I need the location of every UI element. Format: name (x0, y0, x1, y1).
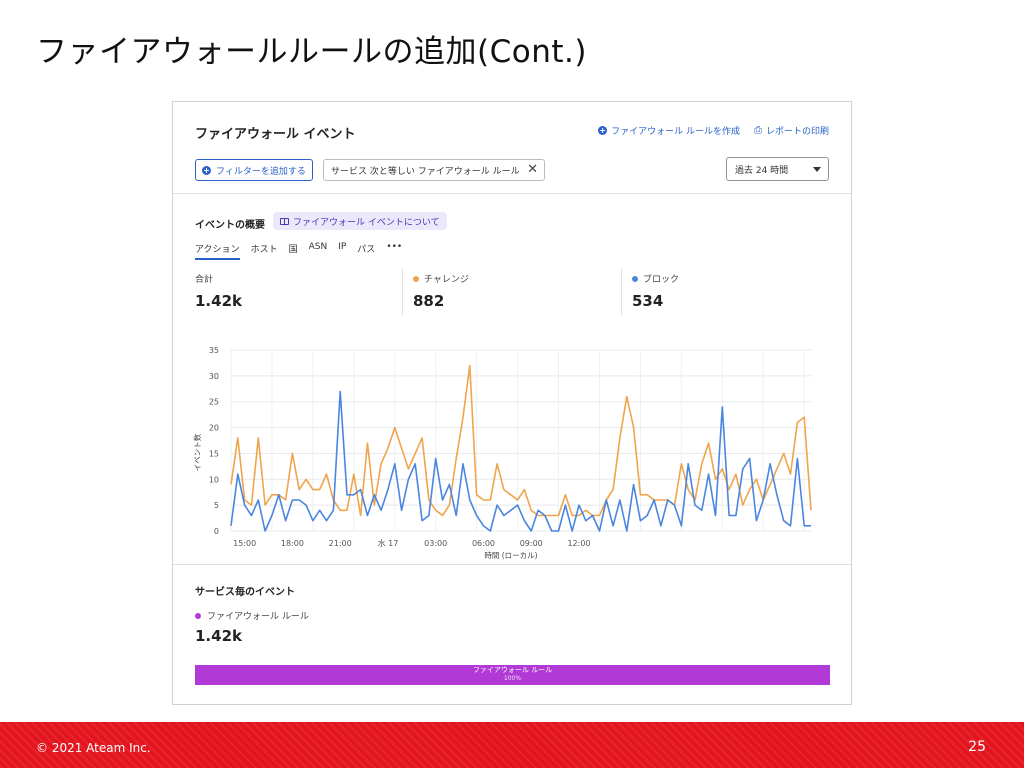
x-tick-label: 09:00 (520, 539, 543, 548)
stat-total: 合計 1.42k (195, 272, 242, 316)
series-line (230, 390, 811, 532)
create-rule-label: ファイアウォール ルールを作成 (611, 127, 740, 137)
service-events-value: 1.42k (195, 627, 242, 645)
x-tick-label: 15:00 (233, 539, 256, 548)
service-events-title: サービス毎のイベント (195, 587, 295, 598)
y-tick-label: 20 (209, 424, 219, 433)
y-axis-label: イベント数 (192, 433, 202, 471)
stat-challenge-label: チャレンジ (424, 275, 469, 285)
x-tick-label: 18:00 (281, 539, 304, 548)
page-number: 25 (968, 739, 986, 755)
panel-header: ファイアウォール イベント + ファイアウォール ルールを作成 ⎙ レポートの印… (173, 102, 851, 194)
stat-challenge-value: 882 (413, 292, 445, 310)
stat-divider (621, 269, 622, 315)
time-range-value: 過去 24 時間 (735, 165, 789, 176)
close-icon[interactable]: ✕ (527, 162, 538, 177)
service-legend-label: ファイアウォール ルール (207, 612, 309, 622)
create-rule-link[interactable]: + ファイアウォール ルールを作成 (598, 124, 740, 137)
stat-total-label: 合計 (195, 275, 214, 285)
stat-total-value: 1.42k (195, 292, 242, 310)
y-tick-label: 30 (209, 372, 219, 381)
tab-item[interactable]: ASN (309, 242, 328, 260)
challenge-dot-icon (413, 275, 419, 282)
y-tick-label: 0 (214, 527, 219, 536)
tab-item[interactable]: パス (357, 242, 375, 260)
x-tick-label: 12:00 (567, 539, 590, 548)
about-link-label: ファイアウォール イベントについて (293, 217, 440, 228)
about-firewall-events-link[interactable]: ファイアウォール イベントについて (273, 212, 447, 230)
service-events-section: サービス毎のイベント ファイアウォール ルール 1.42k ファイアウォール ル… (173, 564, 851, 704)
header-actions: + ファイアウォール ルールを作成 ⎙ レポートの印刷 (598, 124, 829, 137)
overview-tabs: アクション ホスト国 ASN IP パス ••• (195, 242, 402, 260)
block-dot-icon (632, 275, 638, 282)
panel-title: ファイアウォール イベント (195, 127, 356, 142)
service-bar-percent: 100% (503, 675, 522, 682)
copyright: © 2021 Ateam Inc. (36, 741, 151, 755)
stat-block-value: 534 (632, 292, 664, 310)
service-legend: ファイアウォール ルール (195, 609, 309, 622)
x-tick-label: 06:00 (472, 539, 495, 548)
time-range-select[interactable]: 過去 24 時間 (726, 157, 829, 181)
y-tick-label: 10 (209, 475, 219, 484)
filter-chip-label: サービス 次と等しい ファイアウォール ルール (331, 166, 520, 177)
more-tabs-icon[interactable]: ••• (386, 242, 402, 260)
filter-chip[interactable]: サービス 次と等しい ファイアウォール ルール ✕ (323, 159, 545, 181)
events-line-chart: 0 5 10 15 20 25 30 35 15:00 18:00 21:00 水 17 03:00 06… (192, 346, 812, 560)
overview-title: イベントの概要 (195, 220, 265, 231)
service-share-bar[interactable]: ファイアウォール ルール 100% (195, 665, 830, 685)
stat-block: ブロック 534 (632, 272, 679, 316)
x-tick-label: 水 17 (378, 538, 399, 548)
tab-item[interactable]: IP (338, 242, 346, 260)
chevron-down-icon (813, 167, 821, 172)
tab-item[interactable]: 国 (289, 242, 298, 260)
plus-circle-icon: + (598, 126, 608, 135)
service-dot-icon (195, 612, 201, 619)
slide-title: ファイアウォールルールの追加(Cont.) (36, 34, 587, 70)
print-report-label: レポートの印刷 (765, 127, 829, 137)
stat-divider (402, 269, 403, 315)
print-report-link[interactable]: ⎙ レポートの印刷 (754, 124, 829, 137)
y-tick-label: 15 (209, 449, 219, 458)
x-tick-label: 03:00 (424, 539, 447, 548)
tab-item[interactable]: ホスト (251, 242, 278, 260)
tab-item[interactable]: アクション (195, 242, 240, 260)
y-tick-label: 25 (209, 398, 219, 407)
x-tick-label: 21:00 (329, 539, 352, 548)
stat-block-label: ブロック (643, 275, 680, 285)
y-tick-label: 35 (209, 346, 219, 355)
plus-circle-icon: + (202, 165, 211, 175)
slide-footer: © 2021 Ateam Inc. 25 (0, 722, 1024, 768)
print-icon: ⎙ (753, 125, 762, 136)
add-filter-button[interactable]: + フィルターを追加する (195, 159, 313, 181)
stat-challenge: チャレンジ 882 (413, 272, 469, 316)
service-bar-label: ファイアウォール ルール (472, 666, 553, 674)
y-tick-label: 5 (214, 501, 219, 510)
book-icon (280, 217, 289, 225)
x-axis-label: 時間 (ローカル) (484, 551, 537, 560)
firewall-events-panel: ファイアウォール イベント + ファイアウォール ルールを作成 ⎙ レポートの印… (172, 101, 852, 705)
add-filter-label: フィルターを追加する (216, 166, 306, 177)
